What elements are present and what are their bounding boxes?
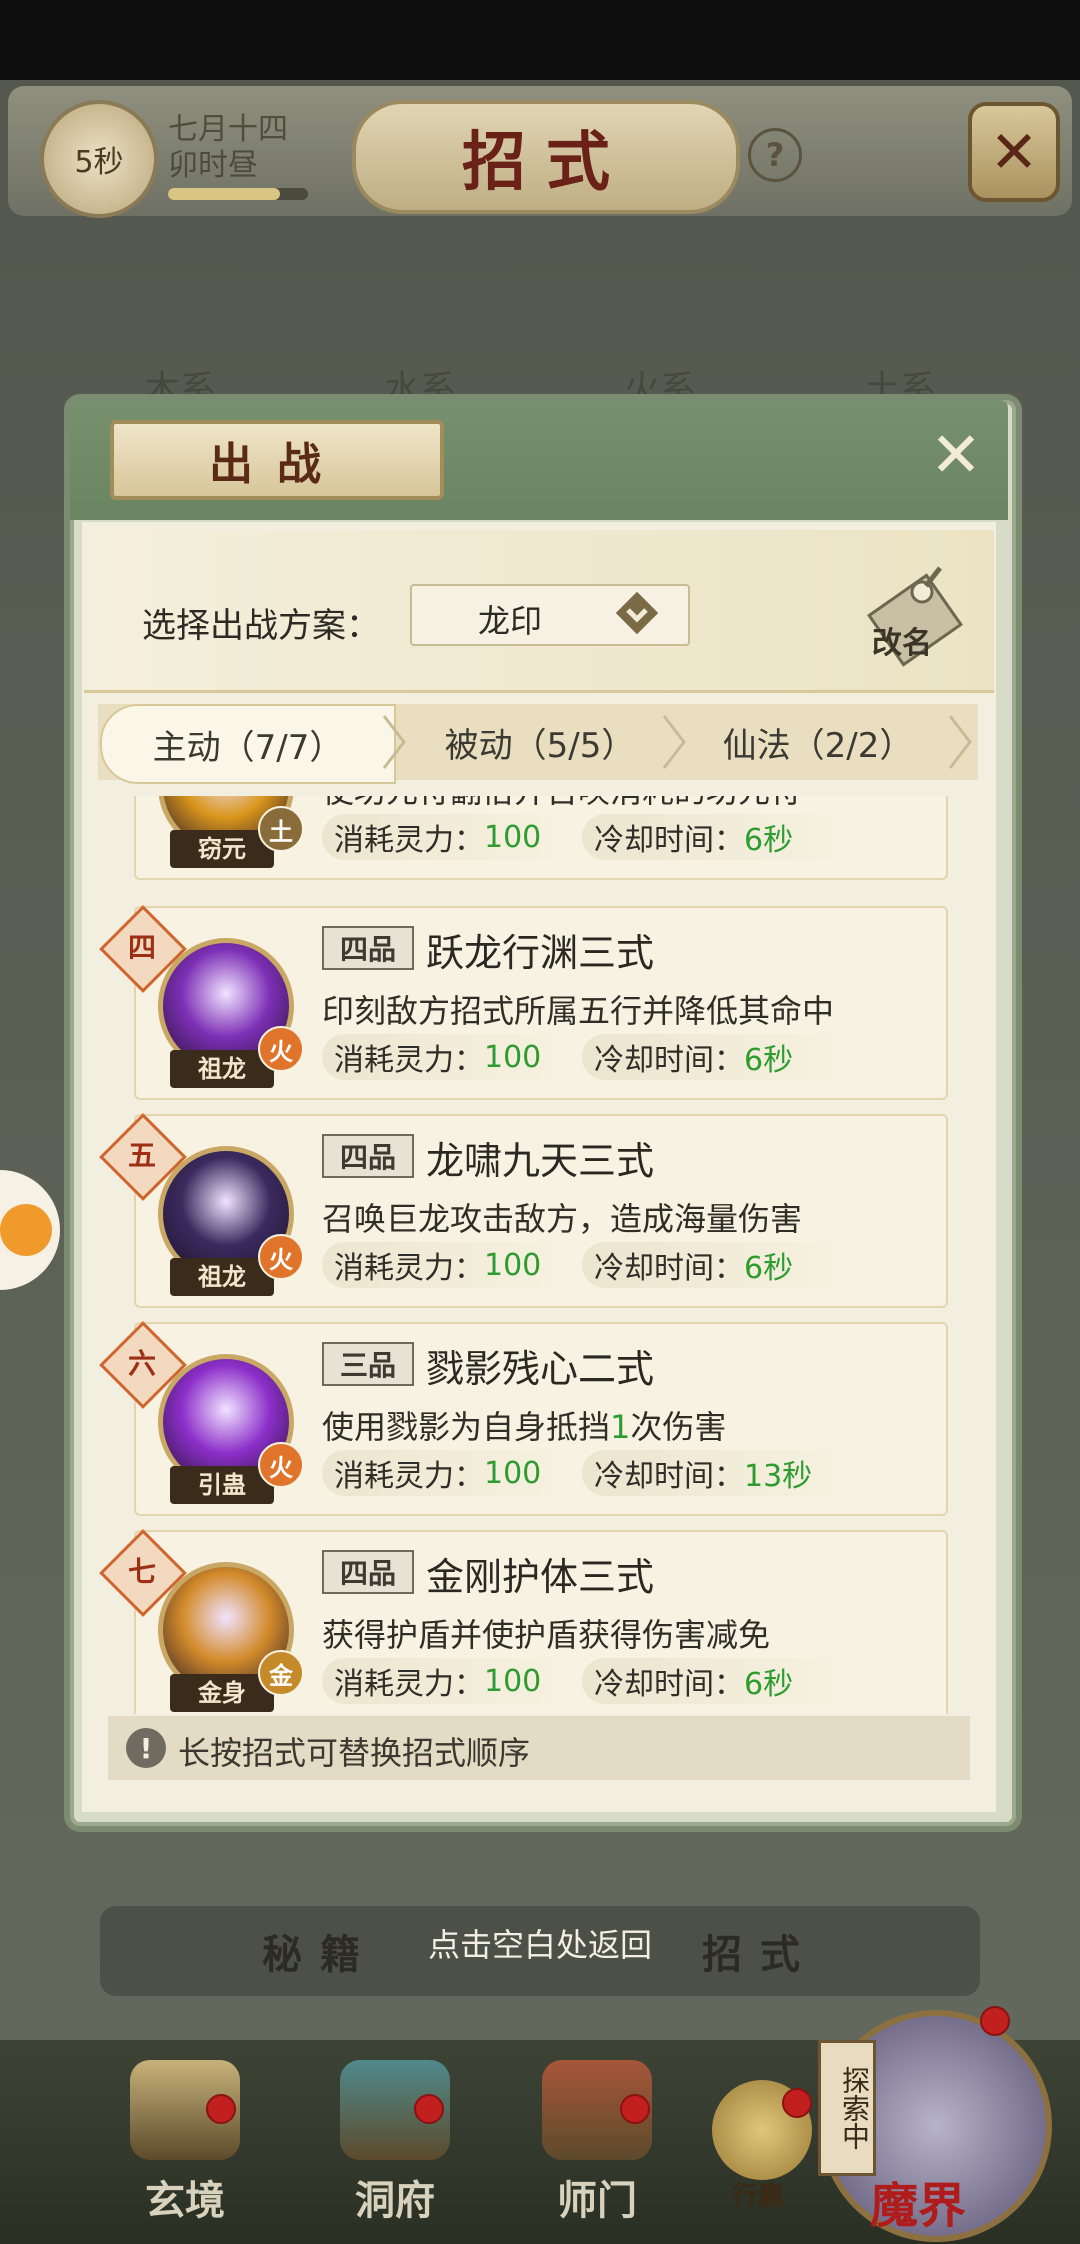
grade-badge: 四品 <box>322 926 414 970</box>
element-badge: 金 <box>258 1650 304 1696</box>
gamepad-icon <box>0 1204 52 1256</box>
page-title: 招式 <box>462 125 630 200</box>
nav-label: 玄境 <box>145 2177 225 2224</box>
return-hint[interactable]: 点击空白处返回 <box>0 1920 1080 1966</box>
timer-badge: 5秒 <box>40 100 158 218</box>
skill-card[interactable]: 三 窃元 土 使坊元符翻倍并召唤消耗的坊元符 消耗灵力：100 冷却时间：6秒 <box>134 796 948 880</box>
tab-immortal-arts[interactable]: 仙法（2/2） <box>688 704 948 780</box>
modal-title: 出战 <box>209 439 345 490</box>
scheme-selected-value: 龙印 <box>478 602 543 640</box>
explore-status-tag: 探索中 <box>818 2040 876 2176</box>
notification-dot <box>782 2088 812 2118</box>
tab-passive[interactable]: 被动（5/5） <box>410 704 670 780</box>
slot-number: 五 <box>127 1139 156 1172</box>
tab-divider-icon <box>948 715 972 769</box>
help-button[interactable]: ? <box>748 128 802 182</box>
mana-cost: 消耗灵力： 100 <box>322 1450 574 1496</box>
mana-cost: 消耗灵力： 100 <box>322 1034 574 1080</box>
explore-label[interactable]: 魔界 <box>870 2166 966 2236</box>
slot-number: 六 <box>127 1347 156 1380</box>
time-progress-bar <box>168 188 308 200</box>
grade-badge: 四品 <box>322 1134 414 1178</box>
cooldown: 冷却时间： 6秒 <box>582 1658 854 1704</box>
element-badge: 土 <box>258 806 304 852</box>
tip-text: 长按招式可替换招式顺序 <box>178 1734 531 1772</box>
notification-dot <box>620 2094 650 2124</box>
slot-number: 七 <box>127 1555 156 1588</box>
skill-name: 跃龙行渊三式 <box>426 931 655 975</box>
tab-divider-icon <box>662 715 686 769</box>
notification-dot <box>414 2094 444 2124</box>
skill-card[interactable]: 五 祖龙 火 四品 龙啸九天三式 召唤巨龙攻击敌方，造成海量伤害 消耗灵力： 10… <box>99 1113 948 1308</box>
page-title-plate: 招式 <box>352 100 740 214</box>
dropdown-arrow-icon[interactable] <box>612 588 662 638</box>
floating-assistant-button[interactable] <box>0 1170 60 1290</box>
notification-dot <box>206 2094 236 2124</box>
element-badge: 火 <box>258 1234 304 1280</box>
skill-name: 金刚护体三式 <box>426 1555 655 1599</box>
modal-title-plate: 出战 <box>110 420 444 500</box>
bag-label: 行囊 <box>732 2182 785 2212</box>
notification-dot <box>980 2006 1010 2036</box>
grade-badge: 四品 <box>322 1550 414 1594</box>
element-badge: 火 <box>258 1442 304 1488</box>
mana-cost: 消耗灵力： 100 <box>322 814 574 860</box>
skill-description: 印刻敌方招式所属五行并降低其命中 <box>322 992 835 1030</box>
nav-label: 师门 <box>557 2177 637 2224</box>
grade-badge: 三品 <box>322 1342 414 1386</box>
element-badge: 火 <box>258 1026 304 1072</box>
rename-label[interactable]: 改名 <box>872 618 932 662</box>
nav-xuanjing[interactable]: 玄境 <box>100 2060 270 2230</box>
skill-card[interactable]: 七 金身 金 四品 金刚护体三式 获得护盾并使护盾获得伤害减免 消耗灵力： 100… <box>99 1529 948 1714</box>
skill-name: 戮影残心二式 <box>426 1347 655 1391</box>
scheme-label: 选择出战方案： <box>142 606 380 646</box>
skill-list[interactable]: 三 窃元 土 使坊元符翻倍并召唤消耗的坊元符 消耗灵力：100 冷却时间：6秒 … <box>84 796 994 1714</box>
tab-divider-icon <box>382 715 406 769</box>
mana-cost: 消耗灵力： 100 <box>322 1242 574 1288</box>
game-time: 卯时昼 <box>168 148 258 183</box>
skill-description: 召唤巨龙攻击敌方，造成海量伤害 <box>322 1200 803 1238</box>
cooldown: 冷却时间： 6秒 <box>582 1242 854 1288</box>
cooldown: 冷却时间： 6秒 <box>582 1034 854 1080</box>
skill-card[interactable]: 四 祖龙 火 四品 跃龙行渊三式 印刻敌方招式所属五行并降低其命中 消耗灵力： 1… <box>99 905 948 1100</box>
skill-name: 龙啸九天三式 <box>426 1139 655 1183</box>
slot-number: 四 <box>127 931 156 964</box>
skill-card[interactable]: 六 引蛊 火 三品 戮影残心二式 使用戮影为自身抵挡1次伤害 消耗灵力： 100 … <box>99 1321 948 1516</box>
modal-close-button[interactable]: ✕ <box>922 418 990 491</box>
mana-cost: 消耗灵力： 100 <box>322 1658 574 1704</box>
close-page-button[interactable]: ✕ <box>968 102 1060 202</box>
cooldown: 冷却时间： 6秒 <box>582 814 854 860</box>
nav-label: 洞府 <box>355 2177 435 2224</box>
skill-description: 获得护盾并使护盾获得伤害减免 <box>322 1616 771 1654</box>
skill-description: 使用戮影为自身抵挡1次伤害 <box>322 1408 727 1446</box>
info-icon: ! <box>126 1728 166 1768</box>
skill-description: 使坊元符翻倍并召唤消耗的坊元符 <box>322 796 942 812</box>
game-screen: 5秒 七月十四 卯时昼 招式 ? ✕ 木系 水系 火系 土系 出战 ✕ 选择出战… <box>0 0 1080 2244</box>
cooldown: 冷却时间： 13秒 <box>582 1450 854 1496</box>
nav-dongfu[interactable]: 洞府 <box>310 2060 480 2230</box>
nav-shimen[interactable]: 师门 <box>512 2060 682 2230</box>
tab-active[interactable]: 主动（7/7） <box>100 704 396 784</box>
